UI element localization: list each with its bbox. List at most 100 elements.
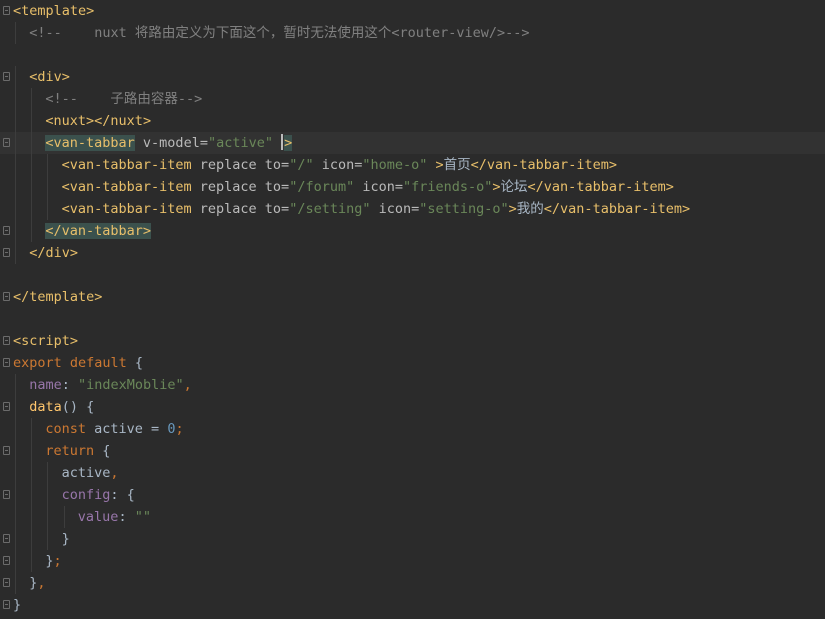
fold-close-icon[interactable] [3,534,10,543]
indent-guide [47,462,49,550]
code-token: active [61,465,111,481]
fold-open-icon[interactable] [3,402,10,411]
fold-open-icon[interactable] [3,138,10,147]
fold-open-icon[interactable] [3,358,10,367]
code-line[interactable]: export default { [0,352,825,374]
code-token: <van-tabbar-item [61,157,192,173]
code-token: : { [110,487,135,503]
code-line[interactable]: }, [0,572,825,594]
code-line[interactable] [0,264,825,286]
fold-close-icon[interactable] [3,248,10,257]
code-line[interactable]: const active = 0; [0,418,825,440]
code-token: > [492,179,501,195]
code-text: </template> [13,286,102,308]
code-token: "friends-o" [403,179,493,195]
code-token: "active" [207,135,273,151]
code-text: }; [45,550,61,572]
code-text: name: "indexMoblie", [29,374,192,396]
code-token: } [61,531,70,547]
code-token: replace to= [191,157,290,173]
code-token: > [427,157,444,173]
code-text: config: { [62,484,135,506]
fold-open-icon[interactable] [3,336,10,345]
code-line[interactable]: </div> [0,242,825,264]
code-text: <div> [29,66,70,88]
code-token: <script> [13,333,79,349]
fold-close-icon[interactable] [3,226,10,235]
code-line[interactable]: </template> [0,286,825,308]
code-text: return { [45,440,110,462]
code-token: config [61,487,111,503]
code-line[interactable] [0,44,825,66]
code-line[interactable] [0,308,825,330]
code-text: value: "" [78,506,151,528]
code-token: "/setting" [289,201,371,217]
code-token: "/" [289,157,314,173]
code-token: icon= [354,179,403,195]
indent-guide [31,418,33,572]
code-token: </van-tabbar-item> [543,201,691,217]
code-line[interactable]: } [0,594,825,616]
text-caret [281,134,284,150]
code-line[interactable]: }; [0,550,825,572]
indent-guide [15,66,16,264]
code-line[interactable]: </van-tabbar> [0,220,825,242]
code-token: <van-tabbar [45,135,135,151]
code-token: </van-tabbar-item> [470,157,617,173]
code-line[interactable]: <van-tabbar v-model="active" > [0,132,825,154]
indent-guide [47,154,49,220]
code-line[interactable]: <van-tabbar-item replace to="/" icon="ho… [0,154,825,176]
fold-open-icon[interactable] [3,446,10,455]
code-line[interactable]: name: "indexMoblie", [0,374,825,396]
code-text: <van-tabbar-item replace to="/setting" i… [62,198,691,220]
code-line[interactable]: } [0,528,825,550]
code-token: </van-tabbar-item> [527,179,674,195]
code-line[interactable]: <van-tabbar-item replace to="/forum" ico… [0,176,825,198]
code-line[interactable]: config: { [0,484,825,506]
fold-close-icon[interactable] [3,600,10,609]
code-line[interactable]: <!-- nuxt 将路由定义为下面这个，暂时无法使用这个<router-vie… [0,22,825,44]
code-line[interactable]: active, [0,462,825,484]
code-line[interactable]: return { [0,440,825,462]
code-token: export default [13,355,127,371]
code-token: <van-tabbar-item [61,179,192,195]
code-token: > [284,135,293,151]
code-line[interactable]: <!-- 子路由容器--> [0,88,825,110]
code-token: "/forum" [289,179,355,195]
code-token: </nuxt> [94,113,152,129]
code-token: { [126,355,144,371]
indent-guide [31,88,33,242]
fold-open-icon[interactable] [3,72,10,81]
code-token: icon= [370,201,420,217]
code-token: ; [53,553,62,569]
fold-open-icon[interactable] [3,6,10,15]
fold-close-icon[interactable] [3,578,10,587]
code-token: 论坛 [500,179,528,195]
code-text: <!-- 子路由容器--> [45,88,202,110]
code-line[interactable]: <template> [0,0,825,22]
fold-open-icon[interactable] [3,490,10,499]
code-text: <script> [13,330,78,352]
code-line[interactable]: data() { [0,396,825,418]
code-token: </template> [13,289,103,305]
code-token: </div> [29,245,78,261]
code-token: <!-- nuxt 将路由定义为下面这个，暂时无法使用这个<router-vie… [29,25,530,41]
code-line[interactable]: <van-tabbar-item replace to="/setting" i… [0,198,825,220]
code-token: <div> [29,69,70,85]
code-text: </div> [29,242,78,264]
code-line[interactable]: <nuxt></nuxt> [0,110,825,132]
code-editor[interactable]: <template> <!-- nuxt 将路由定义为下面这个，暂时无法使用这个<… [0,0,825,619]
code-line[interactable]: <div> [0,66,825,88]
code-token: <van-tabbar-item [61,201,192,217]
code-text: }, [29,572,45,594]
fold-close-icon[interactable] [3,556,10,565]
code-text: active, [62,462,119,484]
code-token: "indexMoblie" [77,377,184,393]
code-line[interactable]: <script> [0,330,825,352]
code-token: value [77,509,119,525]
code-text: data() { [29,396,94,418]
code-token: </van-tabbar> [45,223,152,239]
code-line[interactable]: value: "" [0,506,825,528]
fold-close-icon[interactable] [3,292,10,301]
